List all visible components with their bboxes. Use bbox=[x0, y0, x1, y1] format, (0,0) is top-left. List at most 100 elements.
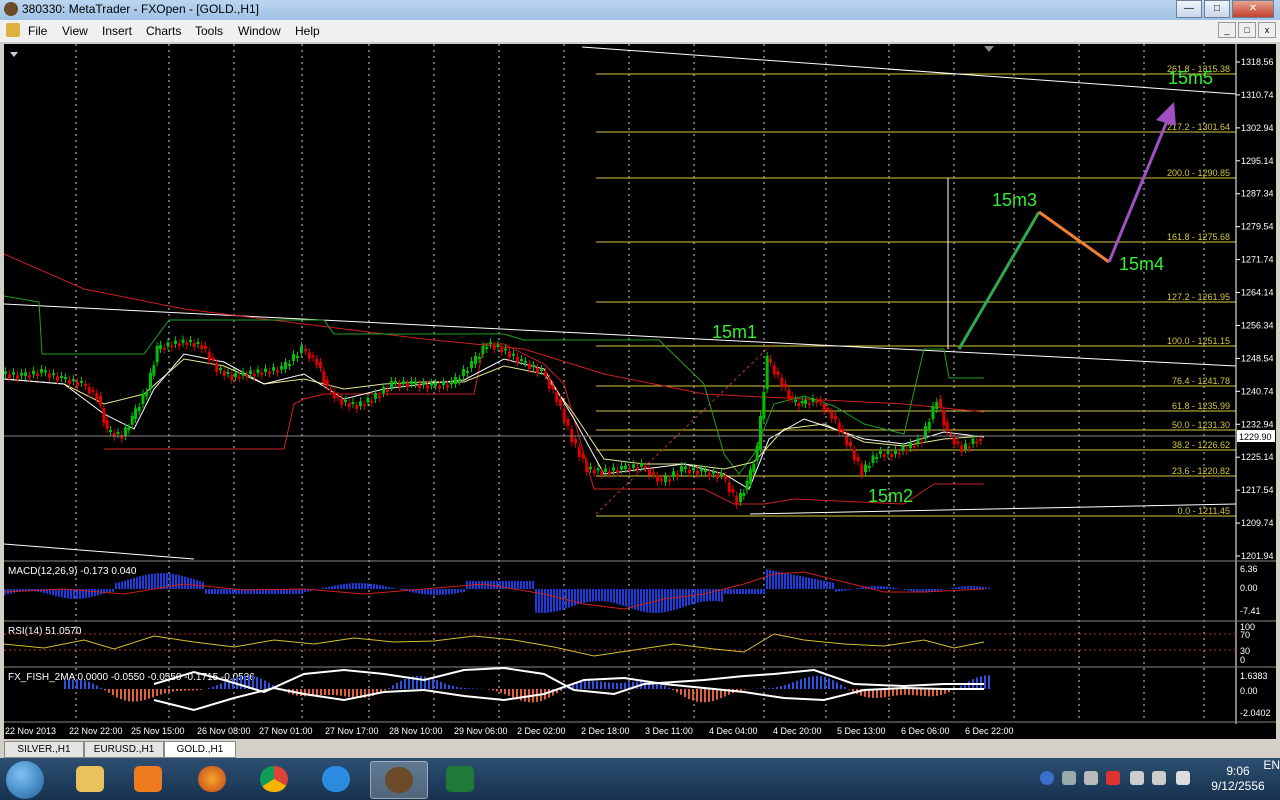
menu-file[interactable]: File bbox=[28, 24, 47, 38]
fisher-bar bbox=[224, 681, 226, 689]
tab-gold[interactable]: GOLD.,H1 bbox=[164, 741, 236, 758]
trend-line-bottom[interactable] bbox=[3, 543, 195, 560]
taskbar-media-player[interactable] bbox=[120, 761, 176, 797]
fisher-bar bbox=[488, 689, 490, 690]
candle-body bbox=[688, 469, 691, 474]
chart-window[interactable]: 261.8 - 1315.38 217.2 - 1301.64 200.0 - 12… bbox=[3, 44, 1276, 739]
candle-body bbox=[434, 382, 437, 386]
macd-bar bbox=[790, 574, 792, 589]
macd-bar bbox=[529, 581, 531, 589]
menu-insert[interactable]: Insert bbox=[102, 24, 132, 38]
candle-body bbox=[48, 373, 51, 378]
macd-bar bbox=[733, 589, 735, 594]
candle-body bbox=[879, 451, 882, 454]
child-minimize-button[interactable]: _ bbox=[1218, 22, 1236, 38]
menu-tools[interactable]: Tools bbox=[195, 24, 223, 38]
fisher-bar bbox=[176, 689, 178, 692]
chart-context-arrow[interactable] bbox=[10, 52, 18, 57]
taskbar-excel[interactable] bbox=[432, 761, 488, 797]
candle-body bbox=[752, 463, 756, 473]
candle-body bbox=[581, 454, 585, 459]
candle-body bbox=[84, 384, 87, 386]
candle-body bbox=[979, 439, 982, 441]
minimize-button[interactable]: — bbox=[1176, 0, 1202, 18]
candle-body bbox=[181, 339, 185, 343]
fisher-bar bbox=[260, 678, 262, 689]
macd-label: MACD(12,26,9) -0.173 0.040 bbox=[8, 566, 137, 577]
candle-body bbox=[967, 446, 971, 449]
moving-average-band bbox=[104, 343, 984, 505]
candle-body bbox=[332, 392, 336, 399]
fisher-bar bbox=[852, 689, 854, 692]
maximize-button[interactable]: □ bbox=[1204, 0, 1230, 18]
candle-body bbox=[12, 372, 15, 375]
tab-eurusd[interactable]: EURUSD.,H1 bbox=[84, 741, 164, 758]
fisher-bar bbox=[564, 688, 566, 689]
time-tick-label: 6 Dec 06:00 bbox=[901, 726, 950, 736]
taskbar-metatrader[interactable] bbox=[370, 761, 428, 799]
trend-line-support[interactable] bbox=[749, 503, 1237, 515]
macd-bar bbox=[316, 589, 318, 590]
macd-bar bbox=[955, 587, 957, 589]
fisher-bar bbox=[444, 683, 446, 689]
fib-level-label: 217.2 - 1301.64 bbox=[1167, 122, 1230, 132]
macd-bar bbox=[859, 587, 861, 589]
candle-body bbox=[219, 368, 222, 370]
clock[interactable]: 9:06 9/12/2556 bbox=[1208, 764, 1268, 794]
macd-bar bbox=[388, 586, 390, 589]
taskbar-chrome[interactable] bbox=[246, 761, 302, 797]
candle-body bbox=[458, 379, 461, 381]
macd-bar bbox=[205, 589, 207, 594]
fisher-bar bbox=[596, 681, 598, 689]
fisher-bar bbox=[72, 679, 74, 689]
macd-bar bbox=[784, 573, 786, 589]
fisher-bar bbox=[404, 678, 406, 689]
menu-charts[interactable]: Charts bbox=[146, 24, 181, 38]
trend-line-top[interactable] bbox=[581, 46, 1237, 95]
tab-silver[interactable]: SILVER.,H1 bbox=[4, 741, 84, 758]
price-tick-label: 1271.74 bbox=[1241, 255, 1274, 265]
macd-bar bbox=[607, 589, 609, 602]
macd-bar bbox=[940, 589, 942, 591]
macd-bar bbox=[613, 589, 615, 604]
macd-bar bbox=[514, 581, 516, 589]
macd-bar bbox=[502, 581, 504, 589]
close-button[interactable]: ✕ bbox=[1232, 0, 1274, 18]
flag-tray-icon[interactable] bbox=[1106, 771, 1120, 785]
macd-bar bbox=[973, 586, 975, 589]
action-center-icon[interactable] bbox=[1084, 771, 1098, 785]
volume-icon[interactable] bbox=[1176, 771, 1190, 785]
menu-bar: File View Insert Charts Tools Window Hel… bbox=[0, 20, 1280, 43]
candle-body bbox=[905, 449, 909, 452]
candle-body bbox=[589, 466, 592, 469]
chart-shift-marker[interactable] bbox=[984, 46, 994, 52]
candle-body bbox=[668, 479, 671, 482]
menu-window[interactable]: Window bbox=[238, 24, 281, 38]
macd-bar bbox=[232, 589, 234, 594]
macd-bar bbox=[862, 587, 864, 589]
taskbar-internet-explorer[interactable] bbox=[308, 761, 364, 797]
candle-body bbox=[102, 408, 106, 423]
monitor-icon[interactable] bbox=[1152, 771, 1166, 785]
child-close-button[interactable]: x bbox=[1258, 22, 1276, 38]
taskbar-firefox[interactable] bbox=[184, 761, 240, 797]
child-restore-button[interactable]: □ bbox=[1238, 22, 1256, 38]
fisher-bar bbox=[440, 681, 442, 689]
wave-5-arrowhead bbox=[1156, 102, 1176, 126]
trend-line-upper[interactable] bbox=[3, 303, 1237, 367]
candle-body bbox=[402, 381, 405, 384]
menu-view[interactable]: View bbox=[62, 24, 88, 38]
fisher-bar bbox=[520, 689, 522, 701]
gold-h1-chart[interactable]: 261.8 - 1315.38217.2 - 1301.64200.0 - 12… bbox=[3, 44, 1276, 739]
candle-body bbox=[680, 466, 683, 472]
menu-help[interactable]: Help bbox=[295, 24, 320, 38]
help-tray-icon[interactable] bbox=[1040, 771, 1054, 785]
taskbar-explorer[interactable] bbox=[62, 761, 118, 797]
start-button[interactable] bbox=[6, 761, 44, 799]
candle-body bbox=[304, 349, 307, 351]
fisher-bar bbox=[396, 682, 398, 689]
network-icon[interactable] bbox=[1130, 771, 1144, 785]
keyboard-tray-icon[interactable] bbox=[1062, 771, 1076, 785]
fisher-bar bbox=[616, 682, 618, 689]
fisher-bar bbox=[664, 685, 666, 689]
